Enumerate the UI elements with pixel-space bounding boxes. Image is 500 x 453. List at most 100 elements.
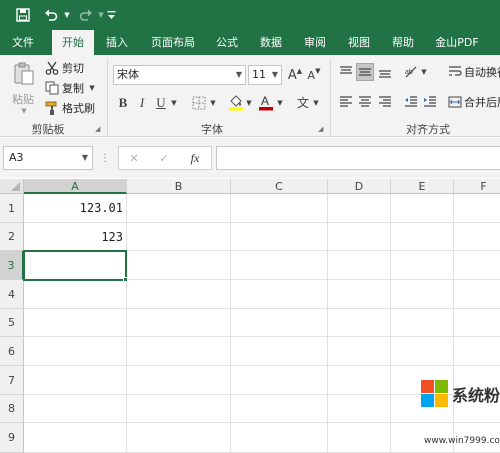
row-header-2[interactable]: 2 [0, 223, 24, 251]
tab-insert[interactable]: 插入 [100, 30, 134, 55]
grid-cell[interactable] [328, 366, 391, 395]
format-painter-icon[interactable] [44, 100, 60, 116]
grid-cell[interactable] [127, 223, 231, 251]
active-cell-a3[interactable] [23, 250, 127, 281]
select-all-button[interactable] [0, 179, 24, 194]
tab-page-layout[interactable]: 页面布局 [145, 30, 201, 55]
row-header-1[interactable]: 1 [0, 194, 24, 223]
copy-icon[interactable] [44, 80, 60, 96]
grid-cell[interactable] [127, 280, 231, 309]
wrap-text-label[interactable]: 自动换行 [464, 63, 500, 81]
grid-cell[interactable] [127, 194, 231, 223]
grid-cell[interactable] [328, 423, 391, 453]
column-header-b[interactable]: B [127, 179, 231, 194]
tab-formulas[interactable]: 公式 [210, 30, 244, 55]
grid-cell[interactable] [391, 194, 454, 223]
undo-icon[interactable] [40, 5, 62, 25]
align-middle-icon[interactable] [356, 63, 374, 81]
grid-cell[interactable] [454, 223, 500, 251]
grid-cell[interactable] [454, 337, 500, 366]
cell-a1[interactable]: 123.01 [24, 194, 127, 223]
fill-color-dropdown-icon[interactable]: ▼ [245, 98, 253, 108]
grid-cell[interactable] [127, 251, 231, 280]
grid-cell[interactable] [127, 309, 231, 337]
name-box[interactable]: A3 ▼ [3, 146, 93, 170]
align-top-icon[interactable] [337, 63, 355, 81]
fill-handle[interactable] [123, 277, 128, 282]
align-left-icon[interactable] [337, 93, 355, 111]
tab-file[interactable]: 文件 [4, 30, 42, 55]
grid-cell[interactable] [24, 280, 127, 309]
grid-cell[interactable] [328, 395, 391, 423]
font-color-icon[interactable]: A [257, 91, 275, 113]
customize-icon[interactable] [104, 5, 118, 25]
paste-button-label[interactable]: 粘贴 [12, 91, 34, 107]
grid-cell[interactable] [454, 251, 500, 280]
grid-cell[interactable] [391, 337, 454, 366]
align-bottom-icon[interactable] [376, 63, 394, 81]
grid-cell[interactable] [231, 337, 328, 366]
font-dialog-launcher-icon[interactable]: ◢ [318, 125, 323, 133]
row-header-5[interactable]: 5 [0, 309, 24, 337]
copy-dropdown-icon[interactable]: ▼ [88, 84, 96, 92]
grid-cell[interactable] [231, 223, 328, 251]
decrease-indent-icon[interactable] [402, 93, 420, 111]
fill-color-icon[interactable] [227, 91, 245, 113]
borders-dropdown-icon[interactable]: ▼ [209, 98, 217, 108]
grid-cell[interactable] [391, 280, 454, 309]
grid-cell[interactable] [24, 423, 127, 453]
column-header-c[interactable]: C [231, 179, 328, 194]
grid-cell[interactable] [231, 280, 328, 309]
font-color-dropdown-icon[interactable]: ▼ [276, 98, 284, 108]
grid-cell[interactable] [231, 251, 328, 280]
increase-indent-icon[interactable] [421, 93, 439, 111]
grid-cell[interactable] [328, 194, 391, 223]
insert-function-icon[interactable]: fx [185, 149, 205, 167]
orientation-icon[interactable]: ab [402, 63, 420, 81]
grid-cell[interactable] [391, 223, 454, 251]
phonetic-guide-dropdown-icon[interactable]: ▼ [312, 98, 320, 108]
row-header-4[interactable]: 4 [0, 280, 24, 309]
column-header-e[interactable]: E [391, 179, 454, 194]
grid-cell[interactable] [231, 395, 328, 423]
column-header-f[interactable]: F [454, 179, 500, 194]
grid-cell[interactable] [328, 280, 391, 309]
borders-icon[interactable] [190, 93, 208, 113]
grid-cell[interactable] [328, 223, 391, 251]
grid-cell[interactable] [127, 337, 231, 366]
underline-dropdown-icon[interactable]: ▼ [170, 98, 178, 108]
grid-cell[interactable] [127, 366, 231, 395]
grid-cell[interactable] [24, 395, 127, 423]
font-size-combo[interactable]: 11 ▼ [248, 65, 282, 85]
column-header-a[interactable]: A [24, 179, 127, 194]
cancel-icon[interactable]: ✕ [125, 149, 143, 167]
align-right-icon[interactable] [376, 93, 394, 111]
decrease-font-size-icon[interactable]: A ▼ [306, 65, 322, 85]
save-icon[interactable] [12, 5, 34, 25]
clipboard-dialog-launcher-icon[interactable]: ◢ [95, 125, 100, 133]
underline-button[interactable]: U [153, 93, 169, 113]
cell-a2[interactable]: 123 [24, 223, 127, 251]
merge-center-icon[interactable] [447, 93, 463, 111]
row-header-7[interactable]: 7 [0, 366, 24, 395]
align-center-icon[interactable] [356, 93, 374, 111]
grid-cell[interactable] [328, 337, 391, 366]
bold-button[interactable]: B [115, 93, 131, 113]
grid-cell[interactable] [454, 309, 500, 337]
row-header-3[interactable]: 3 [0, 251, 24, 280]
grid-cell[interactable] [328, 309, 391, 337]
grid-cell[interactable] [127, 395, 231, 423]
row-header-8[interactable]: 8 [0, 395, 24, 423]
phonetic-guide-icon[interactable]: 文 [294, 91, 312, 113]
paste-icon[interactable] [12, 61, 36, 87]
row-header-6[interactable]: 6 [0, 337, 24, 366]
tab-review[interactable]: 审阅 [298, 30, 332, 55]
grid-cell[interactable] [328, 251, 391, 280]
enter-icon[interactable]: ✓ [155, 149, 173, 167]
font-name-combo[interactable]: 宋体 ▼ [113, 65, 246, 85]
tab-view[interactable]: 视图 [342, 30, 376, 55]
grid-cell[interactable] [391, 309, 454, 337]
grid-cell[interactable] [231, 309, 328, 337]
format-painter-button-label[interactable]: 格式刷 [62, 100, 95, 116]
copy-button-label[interactable]: 复制 [62, 80, 84, 96]
